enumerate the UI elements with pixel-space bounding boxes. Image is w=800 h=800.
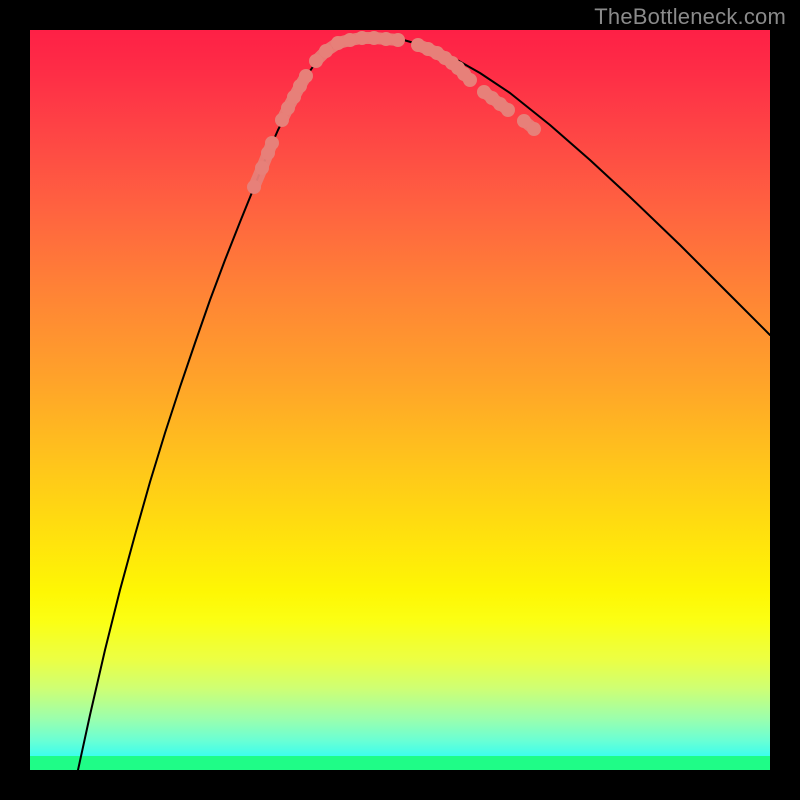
watermark-text: TheBottleneck.com (594, 4, 786, 30)
plot-area (30, 30, 770, 770)
heat-gradient (30, 30, 770, 770)
chart-frame: TheBottleneck.com (0, 0, 800, 800)
green-bottom-band (30, 756, 770, 770)
